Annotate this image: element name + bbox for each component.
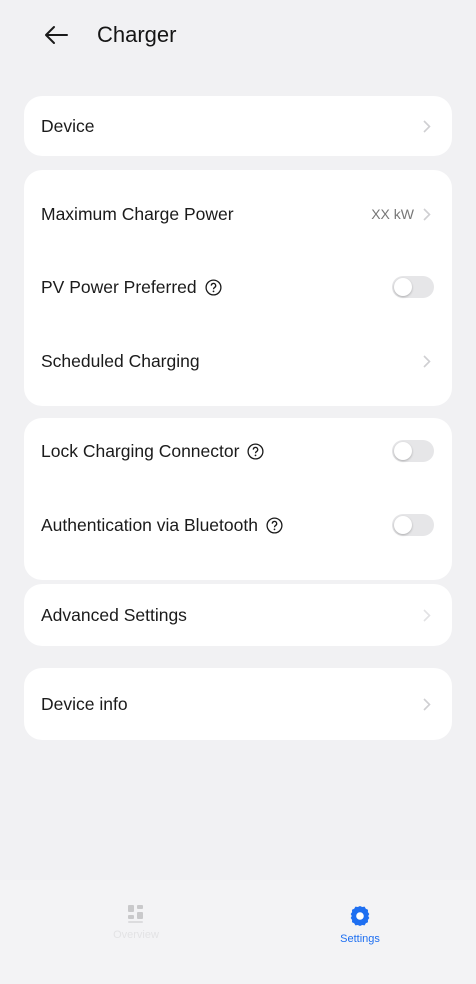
max-charge-power-label: Maximum Charge Power xyxy=(41,203,234,224)
tab-settings-label: Settings xyxy=(340,933,380,945)
security-card: Lock Charging Connector Authentication v… xyxy=(24,418,452,580)
chevron-right-icon xyxy=(420,696,434,712)
help-circle-icon[interactable] xyxy=(266,516,283,534)
gear-icon xyxy=(350,906,370,926)
toggle-knob xyxy=(394,442,412,460)
pv-power-preferred-text: PV Power Preferred xyxy=(41,276,197,297)
chevron-right-icon xyxy=(420,206,434,222)
bluetooth-auth-label: Authentication via Bluetooth xyxy=(41,515,392,536)
lock-connector-text: Lock Charging Connector xyxy=(41,440,240,461)
advanced-settings-row[interactable]: Advanced Settings xyxy=(24,584,452,646)
device-info-row[interactable]: Device info xyxy=(24,668,452,740)
bluetooth-auth-row: Authentication via Bluetooth xyxy=(24,484,452,566)
tab-overview-label: Overview xyxy=(113,929,159,941)
device-label: Device xyxy=(41,115,95,136)
advanced-settings-label: Advanced Settings xyxy=(41,604,187,625)
power-card: Maximum Charge Power XX kW PV Power Pref… xyxy=(24,170,452,406)
lock-connector-label: Lock Charging Connector xyxy=(41,441,392,462)
arrow-left-icon xyxy=(45,26,68,44)
back-button[interactable] xyxy=(38,20,74,50)
scheduled-charging-label: Scheduled Charging xyxy=(41,350,200,371)
page-title: Charger xyxy=(97,22,177,47)
header-bar: Charger xyxy=(0,0,476,72)
toggle-knob xyxy=(394,278,412,296)
pv-power-preferred-toggle[interactable] xyxy=(392,276,434,298)
pv-power-preferred-row: PV Power Preferred xyxy=(24,258,452,316)
device-info-card: Device info xyxy=(24,668,452,740)
max-charge-power-value: XX kW xyxy=(371,206,414,222)
device-info-label: Device info xyxy=(41,693,128,714)
help-circle-icon[interactable] xyxy=(205,278,222,296)
chevron-right-icon xyxy=(420,118,434,134)
chevron-right-icon xyxy=(420,607,434,623)
tab-settings[interactable]: Settings xyxy=(320,904,400,945)
bluetooth-auth-text: Authentication via Bluetooth xyxy=(41,514,258,535)
bluetooth-auth-toggle[interactable] xyxy=(392,514,434,536)
max-charge-power-row[interactable]: Maximum Charge Power XX kW xyxy=(24,170,452,258)
advanced-card: Advanced Settings xyxy=(24,584,452,646)
grid-icon xyxy=(128,905,143,923)
toggle-knob xyxy=(394,516,412,534)
lock-connector-toggle[interactable] xyxy=(392,440,434,462)
lock-connector-row: Lock Charging Connector xyxy=(24,418,452,484)
pv-power-preferred-label: PV Power Preferred xyxy=(41,277,392,298)
bottom-tab-bar: Overview Settings xyxy=(0,880,476,984)
tab-overview[interactable]: Overview xyxy=(96,904,176,941)
device-card: Device xyxy=(24,96,452,156)
help-circle-icon[interactable] xyxy=(247,442,265,460)
chevron-right-icon xyxy=(420,353,434,369)
scheduled-charging-row[interactable]: Scheduled Charging xyxy=(24,316,452,406)
device-row[interactable]: Device xyxy=(24,96,452,156)
